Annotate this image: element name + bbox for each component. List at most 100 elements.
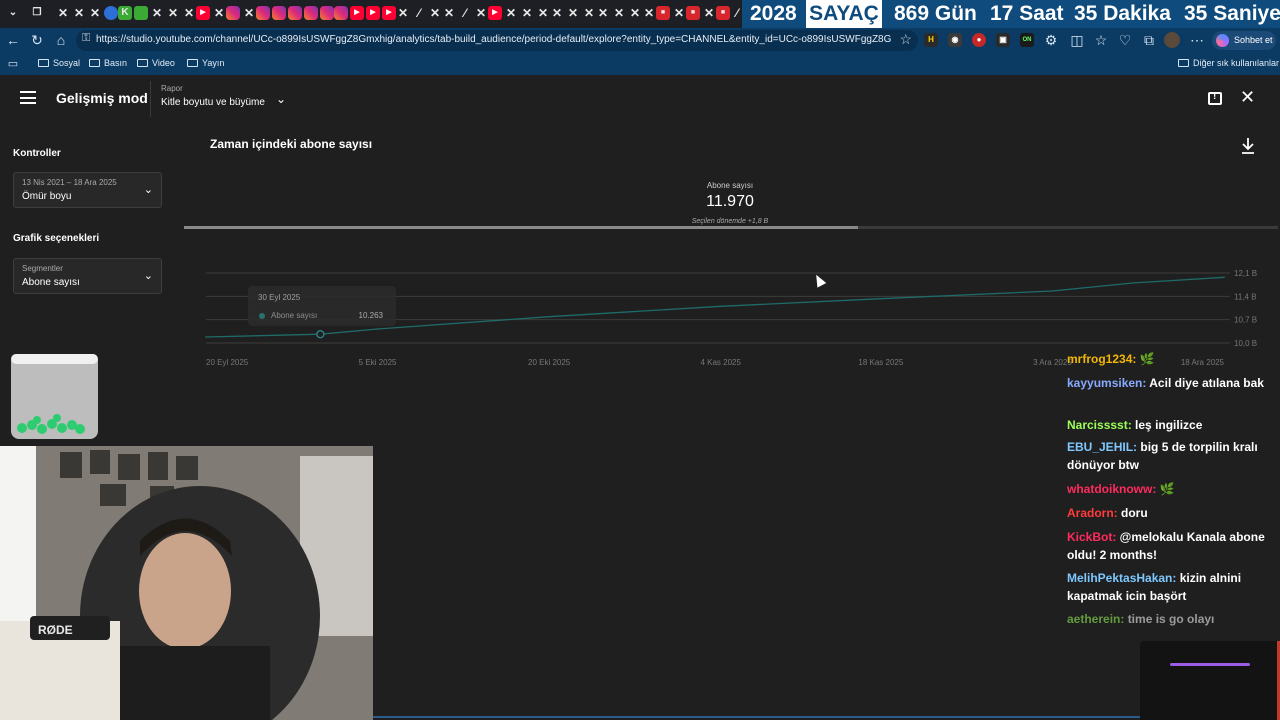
chat-username[interactable]: EBU_JEHIL: — [1067, 440, 1140, 454]
chat-username[interactable]: mrfrog1234: — [1067, 352, 1140, 366]
workspaces-icon[interactable]: ❐ — [30, 6, 44, 20]
tab-site-icon[interactable] — [134, 6, 148, 20]
extension-icon[interactable]: ON — [1020, 33, 1034, 47]
chat-username[interactable]: aetherein: — [1067, 612, 1128, 626]
extensions-icon[interactable]: ⚙ — [1042, 31, 1060, 49]
url-field[interactable]: ⚿ https://studio.youtube.com/channel/UCc… — [76, 30, 918, 51]
bookmark-folder[interactable]: Yayın — [187, 58, 224, 68]
bookmark-folder[interactable]: Basın — [89, 58, 127, 68]
tab-x-icon[interactable]: ✕ — [536, 6, 550, 20]
segment-label: Segmentler — [22, 264, 63, 273]
download-icon[interactable] — [1240, 137, 1256, 155]
back-icon[interactable]: ← — [4, 31, 22, 49]
tab-x-icon[interactable]: ✕ — [566, 6, 580, 20]
tab-x-icon[interactable]: ✕ — [596, 6, 610, 20]
tab-list-icon[interactable]: ⌄ — [6, 6, 20, 20]
segment-dropdown[interactable]: Segmentler Abone sayısı ⌄ — [13, 258, 162, 294]
tab-x-icon[interactable]: ✕ — [474, 6, 488, 20]
tab-instagram-icon[interactable] — [256, 6, 270, 20]
favorites-icon[interactable]: ☆ — [1092, 31, 1110, 49]
tab-x-icon[interactable]: ✕ — [150, 6, 164, 20]
split-screen-icon[interactable]: ◫ — [1068, 31, 1086, 49]
tab-x-icon[interactable]: ✕ — [166, 6, 180, 20]
tab-x-icon[interactable]: ✕ — [428, 6, 442, 20]
bookmark-label: Video — [152, 58, 175, 68]
tab-x-icon[interactable]: ✕ — [88, 6, 102, 20]
tab-site-icon[interactable] — [104, 6, 118, 20]
collections-icon[interactable]: ⧉ — [1140, 31, 1158, 49]
tab-x-icon[interactable]: ✕ — [612, 6, 626, 20]
tab-x-icon[interactable]: ✕ — [72, 6, 86, 20]
date-range-dropdown[interactable]: 13 Nis 2021 – 18 Ara 2025 Ömür boyu ⌄ — [13, 172, 162, 208]
x-tick-label: 20 Eki 2025 — [528, 358, 571, 367]
tab-x-icon[interactable]: ✕ — [182, 6, 196, 20]
hover-point-marker — [316, 330, 325, 339]
tab-instagram-icon[interactable] — [226, 6, 240, 20]
browser-essentials-icon[interactable]: ♡ — [1116, 31, 1134, 49]
tab-x-icon[interactable]: ✕ — [242, 6, 256, 20]
bookmark-label: Diğer sık kullanılanlar — [1193, 58, 1280, 68]
tab-news-icon[interactable]: ■ — [716, 6, 730, 20]
tab-instagram-icon[interactable] — [320, 6, 334, 20]
chat-username[interactable]: KickBot: — [1067, 530, 1120, 544]
tab-x-icon[interactable]: ✕ — [442, 6, 456, 20]
tab-news-icon[interactable]: ■ — [656, 6, 670, 20]
tab-instagram-icon[interactable] — [272, 6, 286, 20]
report-selector[interactable]: Rapor Kitle boyutu ve büyüme ⌄ — [150, 81, 300, 117]
extension-icon[interactable]: ● — [972, 33, 986, 47]
tab-x-icon[interactable]: ✕ — [520, 6, 534, 20]
tab-instagram-icon[interactable] — [288, 6, 302, 20]
extension-icon[interactable]: ▣ — [996, 33, 1010, 47]
chat-message: Aradorn: doru — [1067, 504, 1272, 522]
close-icon[interactable]: ✕ — [1240, 87, 1255, 108]
tab-x-icon[interactable]: ✕ — [396, 6, 410, 20]
tab-x-icon[interactable]: ✕ — [550, 6, 564, 20]
metric-tab-indicator[interactable] — [184, 226, 1278, 229]
tab-x-icon[interactable]: ✕ — [504, 6, 518, 20]
tab-youtube-icon[interactable]: ▶ — [488, 6, 502, 20]
tab-kick-icon[interactable]: K — [118, 6, 132, 20]
tab-youtube-icon[interactable]: ▶ — [382, 6, 396, 20]
data-point — [548, 315, 550, 318]
chat-username[interactable]: whatdoiknoww: — [1067, 482, 1160, 496]
series-color-dot — [259, 313, 265, 319]
bookmark-folder[interactable]: Video — [137, 58, 175, 68]
sidebar-toggle-icon[interactable]: ▭ — [4, 55, 22, 73]
tab-x-icon[interactable]: ✕ — [672, 6, 686, 20]
menu-icon[interactable] — [20, 91, 36, 104]
x-tick-label: 4 Kas 2025 — [700, 358, 741, 367]
tab-x-icon[interactable]: ✕ — [702, 6, 716, 20]
url-text[interactable]: https://studio.youtube.com/channel/UCc-o… — [96, 34, 891, 45]
other-bookmarks[interactable]: Diğer sık kullanılanlar — [1178, 58, 1279, 68]
tab-x-icon[interactable]: ✕ — [642, 6, 656, 20]
tab-instagram-icon[interactable] — [304, 6, 318, 20]
more-menu-icon[interactable]: ⋯ — [1188, 31, 1206, 49]
chat-username[interactable]: Narcisssst: — [1067, 418, 1135, 432]
tab-youtube-icon[interactable]: ▶ — [350, 6, 364, 20]
tab-instagram-icon[interactable] — [334, 6, 348, 20]
profile-avatar[interactable] — [1164, 32, 1180, 48]
tab-youtube-icon[interactable]: ▶ — [366, 6, 380, 20]
tooltip-date: 30 Eyl 2025 — [258, 293, 301, 302]
extension-icon[interactable]: H — [924, 33, 938, 47]
home-icon[interactable]: ⌂ — [52, 31, 70, 49]
bookmark-folder[interactable]: Sosyal — [38, 58, 80, 68]
tab-youtube-icon[interactable]: ▶ — [196, 6, 210, 20]
tab-x-icon[interactable]: ✕ — [56, 6, 70, 20]
y-tick-label: 10,0 B — [1234, 339, 1257, 348]
site-info-icon[interactable]: ⚿ — [82, 32, 90, 45]
tab-x-icon[interactable]: ✕ — [628, 6, 642, 20]
copilot-chat-button[interactable]: Sohbet et — [1212, 31, 1276, 50]
chat-username[interactable]: kayyumsiken: — [1067, 376, 1149, 390]
tab-x-icon[interactable]: ✕ — [582, 6, 596, 20]
tab-site-icon[interactable]: ⁄ — [458, 6, 472, 20]
chat-username[interactable]: MelihPektasHakan: — [1067, 571, 1180, 585]
chat-username[interactable]: Aradorn: — [1067, 506, 1121, 520]
feedback-icon[interactable] — [1208, 91, 1222, 105]
extension-icon[interactable]: ◉ — [948, 33, 962, 47]
tab-news-icon[interactable]: ■ — [686, 6, 700, 20]
tab-site-icon[interactable]: ⁄ — [412, 6, 426, 20]
tab-x-icon[interactable]: ✕ — [212, 6, 226, 20]
favorite-star-icon[interactable]: ☆ — [899, 31, 912, 48]
reload-icon[interactable]: ↻ — [28, 31, 46, 49]
